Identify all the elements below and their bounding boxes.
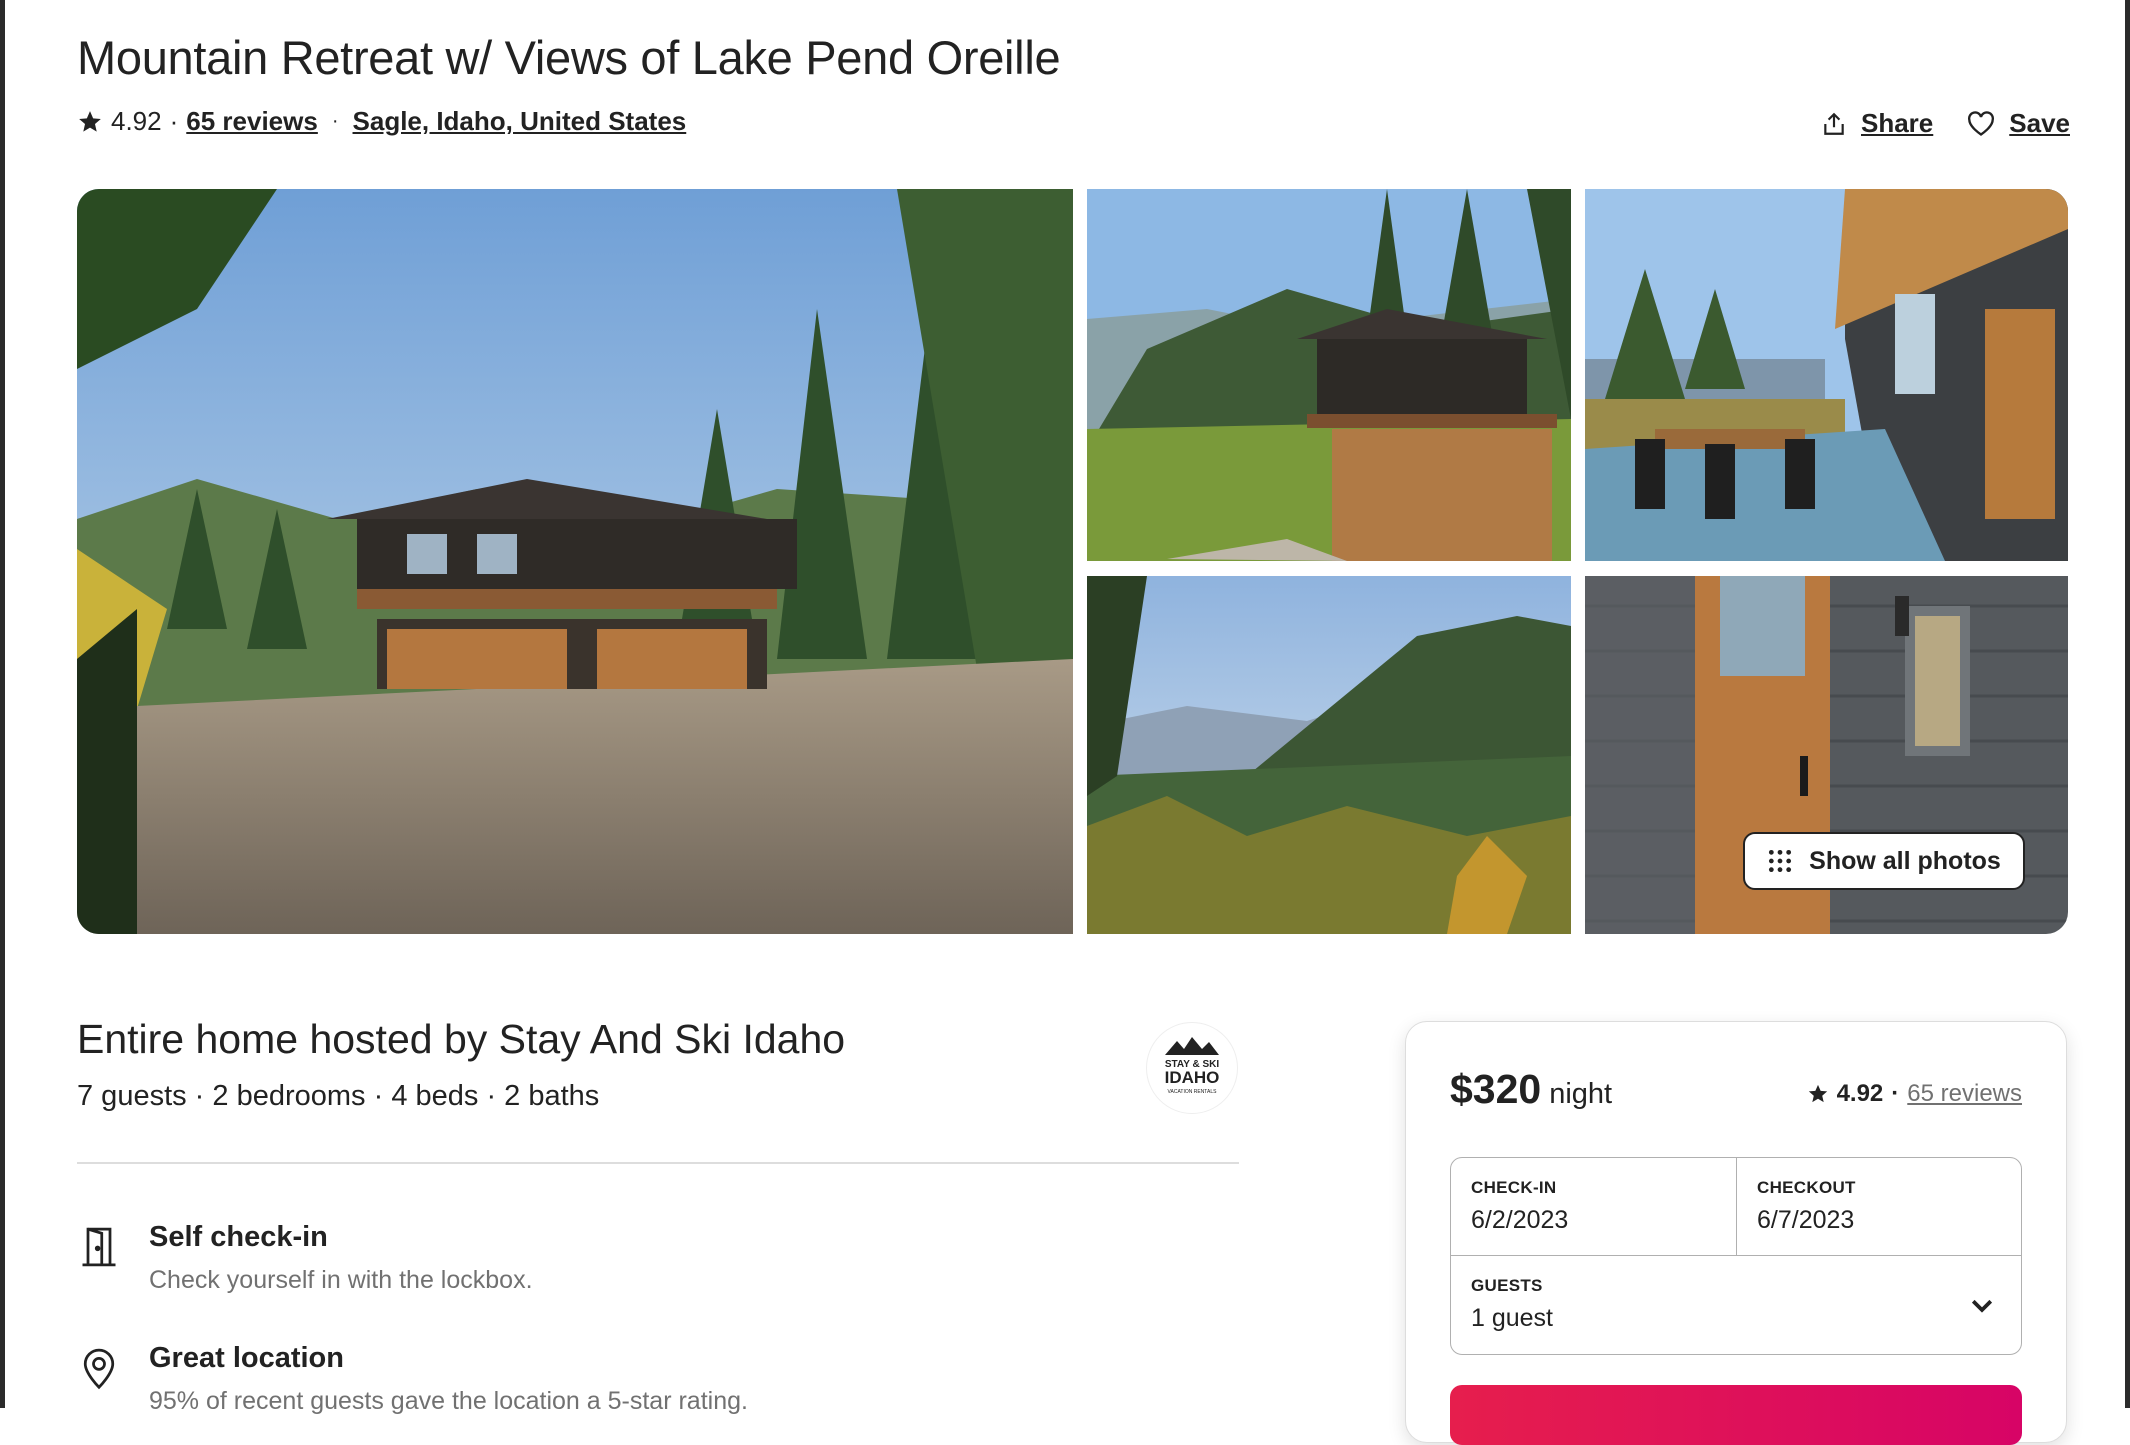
photo-main-cabin[interactable] xyxy=(77,189,1073,934)
location-link[interactable]: Sagle, Idaho, United States xyxy=(353,106,687,137)
star-icon xyxy=(79,110,101,132)
price-unit: night xyxy=(1549,1078,1613,1110)
star-icon xyxy=(1808,1084,1827,1103)
price-amount: $320 xyxy=(1450,1066,1542,1112)
checkin-value: 6/2/2023 xyxy=(1471,1206,1569,1234)
feature-description: 95% of recent guests gave the location a… xyxy=(149,1387,748,1415)
checkin-label: CHECK-IN xyxy=(1471,1178,1557,1197)
reserve-button[interactable] xyxy=(1450,1385,2022,1445)
photo-gallery xyxy=(77,189,2068,934)
checkin-field[interactable]: CHECK-IN 6/2/2023 xyxy=(1451,1158,1737,1256)
show-all-photos-label: Show all photos xyxy=(1809,846,2001,875)
section-divider xyxy=(77,1162,1239,1164)
host-title: Entire home hosted by Stay And Ski Idaho xyxy=(77,1016,846,1062)
photo-deck-view[interactable] xyxy=(1087,189,1571,561)
photo-patio-table[interactable] xyxy=(1585,189,2068,561)
host-avatar[interactable]: STAY & SKI IDAHO VACATION RENTALS xyxy=(1146,1022,1238,1114)
rating-separator: · xyxy=(1891,1080,1900,1107)
reviews-link[interactable]: 65 reviews xyxy=(1907,1080,2022,1108)
checkout-label: CHECKOUT xyxy=(1757,1178,1856,1197)
host-logo: STAY & SKI IDAHO VACATION RENTALS xyxy=(1165,1037,1220,1095)
guests-field[interactable]: GUESTS 1 guest xyxy=(1451,1256,2021,1354)
nightly-price: $320 night xyxy=(1450,1066,1612,1113)
window-frame-right xyxy=(2125,0,2130,1408)
share-icon xyxy=(1824,112,1844,135)
svg-text:VACATION RENTALS: VACATION RENTALS xyxy=(1168,1089,1218,1095)
door-icon xyxy=(82,1227,116,1267)
chevron-down-icon xyxy=(1971,1299,1993,1313)
svg-text:IDAHO: IDAHO xyxy=(1165,1068,1220,1087)
checkout-field[interactable]: CHECKOUT 6/7/2023 xyxy=(1737,1158,2021,1256)
location-separator: · xyxy=(331,110,339,132)
heart-icon xyxy=(1968,110,1995,136)
feature-title: Self check-in xyxy=(149,1221,328,1253)
listing-title: Mountain Retreat w/ Views of Lake Pend O… xyxy=(77,31,1061,84)
share-label: Share xyxy=(1861,108,1934,138)
booking-card: $320 night 4.92 · 65 reviews CHECK-IN 6/… xyxy=(1405,1021,2067,1445)
guests-label: GUESTS xyxy=(1471,1276,1543,1295)
rating-value: 4.92 xyxy=(1836,1080,1884,1107)
save-label: Save xyxy=(2009,108,2070,138)
checkout-value: 6/7/2023 xyxy=(1757,1206,1855,1234)
photo-mountain-view[interactable] xyxy=(1087,576,1571,934)
reviews-link[interactable]: 65 reviews xyxy=(186,106,318,137)
listing-actions: Share Save xyxy=(1821,108,2070,139)
rating-separator: · xyxy=(169,106,179,136)
listing-capacity: 7 guests · 2 bedrooms · 4 beds · 2 baths xyxy=(77,1080,600,1112)
rating-value: 4.92 xyxy=(111,106,162,136)
feature-title: Great location xyxy=(149,1342,344,1374)
share-button[interactable]: Share xyxy=(1821,108,1933,139)
save-button[interactable]: Save xyxy=(1967,108,2070,139)
feature-description: Check yourself in with the lockbox. xyxy=(149,1266,533,1294)
location-pin-icon xyxy=(83,1348,115,1390)
listing-meta: 4.92 · 65 reviews · Sagle, Idaho, United… xyxy=(77,106,686,137)
date-guest-picker: CHECK-IN 6/2/2023 CHECKOUT 6/7/2023 GUES… xyxy=(1450,1157,2022,1355)
guests-value: 1 guest xyxy=(1471,1304,1554,1332)
booking-rating: 4.92 · 65 reviews xyxy=(1807,1080,2022,1108)
feature-great-location: Great location 95% of recent guests gave… xyxy=(77,1342,748,1416)
feature-self-check-in: Self check-in Check yourself in with the… xyxy=(77,1221,533,1295)
show-all-photos-button[interactable]: Show all photos xyxy=(1743,832,2025,890)
grid-dots-icon xyxy=(1769,849,1792,873)
window-frame-left xyxy=(0,0,5,1408)
